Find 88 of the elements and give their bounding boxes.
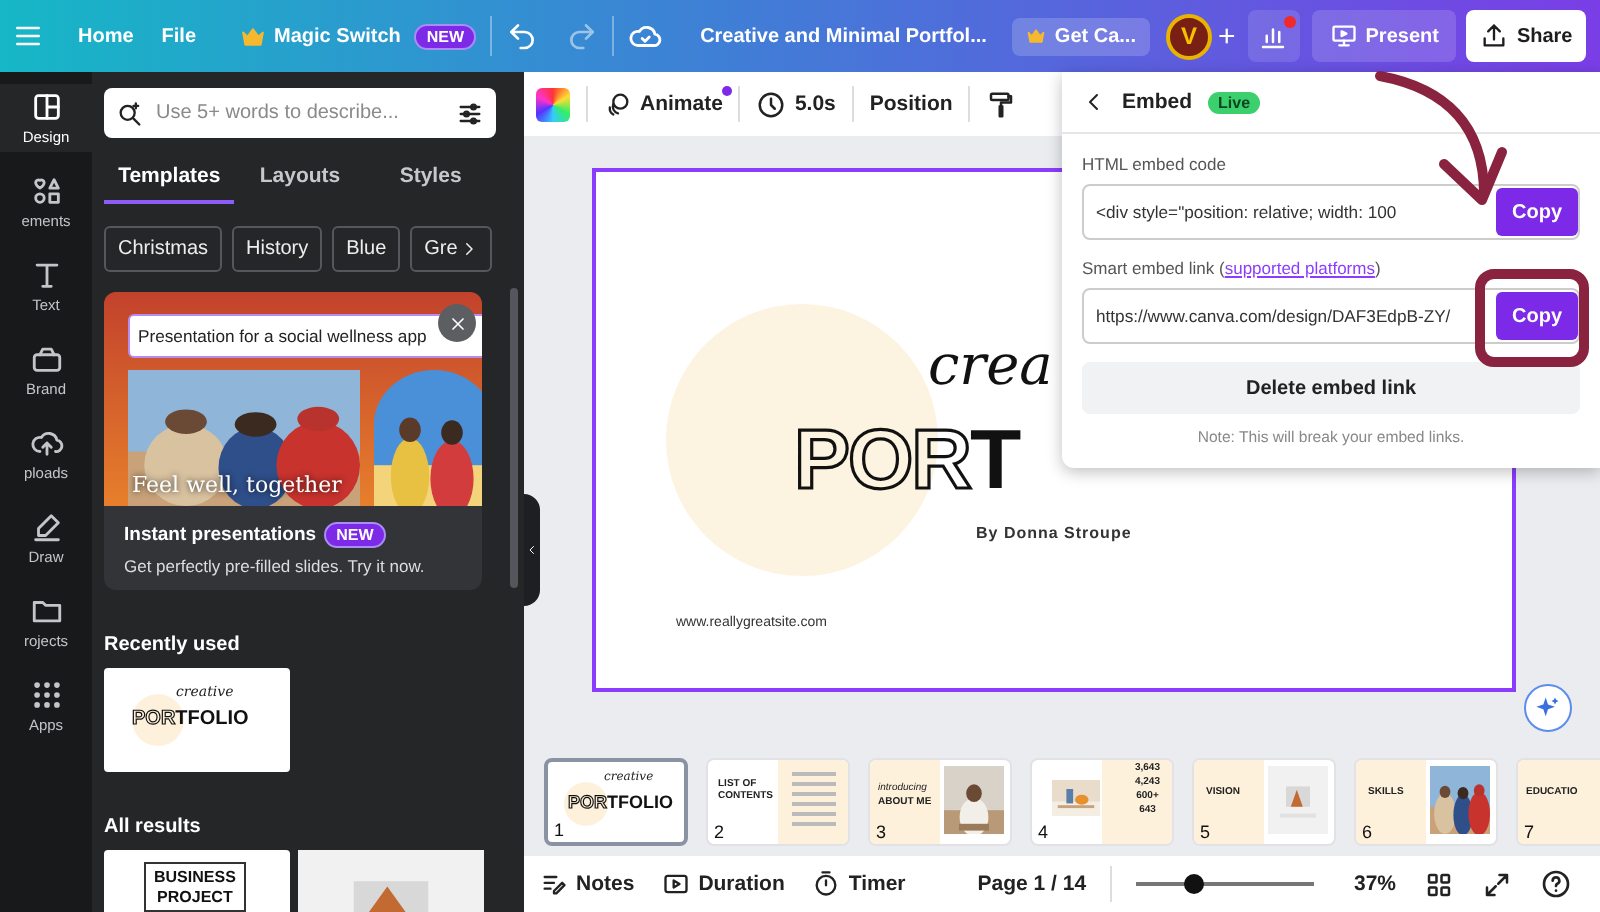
slide-title: PORT [794,412,1020,508]
page-indicator: Page 1 / 14 [977,872,1087,896]
timer-button[interactable]: Timer [812,870,906,898]
add-collaborator-button[interactable]: + [1218,19,1236,53]
collapse-handle[interactable] [524,494,540,606]
sparkle-icon [1534,694,1562,722]
animate-button[interactable]: Animate [592,82,735,126]
page-number: 6 [1362,822,1373,842]
field-label: HTML embed code [1082,154,1228,174]
uploads-icon [29,426,63,460]
magic-button[interactable] [1524,684,1572,732]
popup-title: Embed [1122,90,1193,114]
play-icon [662,870,691,898]
supported-platforms-link[interactable]: supported platforms [1224,258,1375,278]
duration-button[interactable]: Duration [662,870,785,898]
panel-tab[interactable]: Styles [365,156,496,204]
page-number: 2 [714,822,725,842]
embed-link-field[interactable]: https://www.canva.com/design/DAF3EdpB-ZY/ Copy [1082,288,1580,344]
section-heading: Recently used [104,634,242,656]
thumbnail-title: PORTFOLIO [132,708,249,730]
filter-chip[interactable]: Blue [332,226,401,272]
redo-icon [566,20,599,52]
avatar[interactable]: V [1166,13,1212,59]
magic-search-icon [116,99,144,127]
template-thumbnail[interactable]: BUSINESS PROJECT [104,850,290,912]
page-number: 5 [1200,822,1211,842]
new-badge: NEW [414,23,477,49]
highlight-outline [1475,269,1589,367]
share-button[interactable]: Share [1466,10,1587,62]
promo-title: Instant presentations [124,524,317,546]
document-title[interactable]: Creative and Minimal Portfol... [686,17,1001,55]
color-picker[interactable] [536,87,570,121]
thumbnail-title: PORTFOLIO [568,792,674,812]
page-number: 3 [876,822,887,842]
presentation-icon [1329,22,1358,50]
copy-button[interactable]: Copy [1496,188,1578,236]
thumbnail-title: BUSINESS PROJECT [144,862,246,912]
crown-icon [1026,26,1047,46]
delete-embed-button[interactable]: Delete embed link [1082,362,1580,414]
clock-icon [756,89,787,119]
live-badge: Live [1208,91,1261,113]
undo-icon [506,20,539,52]
section-heading: All results [104,816,203,838]
filter-chip[interactable]: Christmas [104,226,223,272]
elements-icon [29,174,63,208]
zoom-level[interactable]: 37% [1353,872,1396,896]
share-icon [1480,22,1509,50]
slide-author: By Donna Stroupe [976,524,1132,542]
panel-tab[interactable]: Layouts [234,156,366,204]
annotation-arrow [1375,71,1507,205]
crown-icon [240,23,267,49]
page-number: 1 [554,820,565,840]
search-bar[interactable]: Use 5+ words to describe... [104,88,496,138]
close-icon [447,313,467,333]
page-number: 4 [1038,822,1049,842]
new-badge: NEW [324,522,386,548]
help-icon [1540,868,1572,900]
grid-view-icon [1424,869,1454,899]
position-button[interactable]: Position [857,84,965,124]
close-button[interactable] [438,304,476,342]
promo-description: Get perfectly pre-filled slides. Try it now. [124,556,427,576]
brand-icon [29,342,63,376]
paint-roller-icon [986,89,1017,119]
draw-icon [29,510,63,544]
analytics-button[interactable] [1247,10,1300,62]
filter-chip[interactable]: History [232,226,323,272]
filter-chip[interactable]: Gre [410,226,492,272]
design-icon [29,90,63,124]
panel-tab[interactable]: Templates [104,156,235,204]
field-label: Smart embed link ( [1082,258,1225,278]
filter-icon [456,99,484,127]
timer-icon [812,870,841,898]
fullscreen-icon [1482,869,1512,899]
animate-icon [604,90,632,118]
apps-icon [29,678,63,712]
copy-button[interactable]: Copy [1496,292,1578,340]
notes-icon [540,870,568,898]
page-number: 7 [1524,822,1535,842]
present-button[interactable]: Present [1311,10,1457,62]
slider-thumb[interactable] [1184,874,1205,894]
embed-code-field[interactable]: <div style="position: relative; width: 100 Copy [1082,184,1580,240]
upgrade-button[interactable]: Get Ca... [1012,17,1150,55]
chevron-left-icon [526,544,538,556]
prompt-field[interactable]: Presentation for a social wellness app [128,314,482,358]
field-label: ) [1374,258,1381,278]
duration-button[interactable]: 5.0s [744,81,848,127]
notes-button[interactable]: Notes [540,870,635,898]
slide-script-title: crea [928,332,1053,398]
